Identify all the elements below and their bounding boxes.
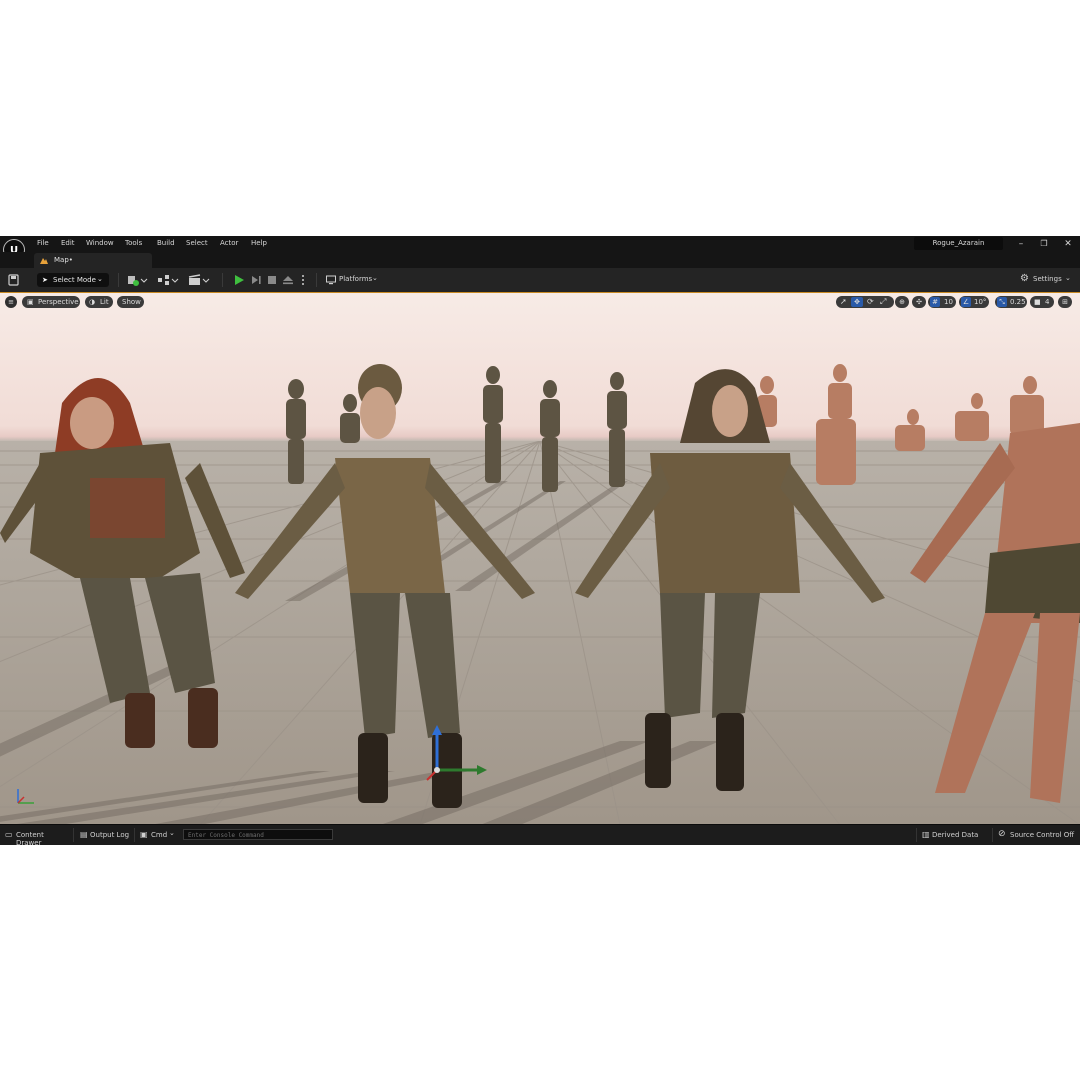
toolbar-divider — [118, 273, 119, 287]
restore-button[interactable]: ❐ — [1037, 238, 1051, 250]
menu-actor[interactable]: Actor — [220, 239, 238, 247]
menu-select[interactable]: Select — [186, 239, 208, 247]
camera-speed-value: 4 — [1045, 298, 1050, 306]
more-options-icon[interactable] — [300, 274, 306, 286]
settings-label: Settings — [1033, 275, 1062, 283]
cmd-dropdown[interactable]: ▣ Cmd ⌄ — [139, 828, 179, 842]
advance-frame-icon[interactable] — [250, 274, 262, 286]
rotation-snap-button[interactable]: ∠ 10° — [959, 296, 989, 308]
output-log-label: Output Log — [90, 831, 130, 839]
project-name: Rogue_Azarain — [914, 237, 1003, 250]
menu-file[interactable]: File — [37, 239, 49, 247]
output-log-button[interactable]: ▤ Output Log — [78, 828, 130, 842]
perspective-label: Perspective — [38, 298, 79, 306]
select-tool-icon[interactable]: ➚ — [840, 296, 847, 308]
unreal-editor-window: U File Edit Window Tools Build Select Ac… — [0, 236, 1080, 847]
menu-window[interactable]: Window — [86, 239, 114, 247]
settings-button[interactable]: ⚙ Settings ⌄ — [1019, 273, 1073, 287]
console-command-input[interactable]: Enter Console Command — [183, 829, 333, 840]
close-button[interactable]: ✕ — [1061, 238, 1075, 250]
world-axes-icon — [17, 789, 34, 804]
derived-data-button[interactable]: ▥ Derived Data — [920, 828, 982, 842]
statusbar-divider — [73, 828, 74, 842]
scale-snap-icon: ⤡ — [997, 297, 1007, 307]
viewport-menu-icon[interactable]: ≡ — [5, 296, 17, 308]
select-mode-dropdown[interactable]: ➤ Select Mode ⌄ — [37, 273, 109, 287]
menu-help[interactable]: Help — [251, 239, 267, 247]
stop-icon[interactable] — [266, 274, 278, 286]
show-label: Show — [122, 298, 141, 306]
scale-snap-value: 0.25 — [1010, 298, 1026, 306]
lit-label: Lit — [100, 298, 109, 306]
angle-icon: ∠ — [961, 297, 971, 307]
eject-icon[interactable] — [282, 274, 294, 286]
chevron-down-icon: ⌄ — [1065, 274, 1071, 282]
tab-map[interactable]: Map• — [34, 253, 152, 268]
terminal-icon: ▣ — [140, 830, 148, 839]
minimize-button[interactable]: – — [1014, 238, 1028, 250]
cursor-icon: ➤ — [42, 276, 48, 284]
content-drawer-icon: ▭ — [5, 830, 13, 839]
transform-gizmo[interactable] — [425, 725, 490, 785]
platforms-icon — [326, 275, 336, 285]
source-control-button[interactable]: ⊘ Source Control Off — [996, 828, 1076, 842]
show-button[interactable]: Show — [117, 296, 144, 308]
add-actor-icon[interactable] — [126, 274, 148, 286]
rotation-snap-value: 10° — [974, 298, 987, 306]
chevron-down-icon: ⌄ — [372, 274, 378, 282]
menu-tools[interactable]: Tools — [125, 239, 142, 247]
toolbar-divider — [222, 273, 223, 287]
save-icon[interactable] — [8, 274, 19, 286]
chevron-down-icon: ⌄ — [97, 275, 103, 283]
content-drawer-button[interactable]: ▭ Content Drawer — [3, 828, 69, 847]
content-drawer-label: Content Drawer — [16, 831, 44, 847]
cinematics-icon[interactable] — [188, 274, 210, 286]
lit-mode-button[interactable]: ◑ Lit — [85, 296, 113, 308]
main-toolbar: ➤ Select Mode ⌄ Platforms ⌄ ⚙ Settings ⌄ — [0, 268, 1080, 292]
statusbar-divider — [992, 828, 993, 842]
scene-characters — [0, 364, 1080, 808]
level-viewport[interactable]: ≡ ▣ Perspective ◑ Lit Show ➚ ✥ ⟳ ⤢ ⊕ ✣ #… — [0, 292, 1080, 824]
toolbar-divider — [316, 273, 317, 287]
gear-icon: ⚙ — [1020, 273, 1029, 284]
cube-icon: ▣ — [27, 298, 34, 306]
grid-snap-button[interactable]: # 10 — [928, 296, 956, 308]
world-space-icon[interactable]: ⊕ — [895, 296, 909, 308]
lit-sphere-icon: ◑ — [89, 298, 96, 306]
scale-tool-icon[interactable]: ⤢ — [880, 296, 886, 308]
transform-tools-group: ➚ ✥ ⟳ ⤢ — [836, 296, 894, 308]
move-tool-icon[interactable]: ✥ — [851, 297, 863, 307]
maximize-viewport-icon[interactable]: ⊞ — [1058, 296, 1072, 308]
grid-icon: # — [930, 297, 940, 307]
derived-data-icon: ▥ — [922, 830, 930, 839]
menu-edit[interactable]: Edit — [61, 239, 75, 247]
menu-bar: U File Edit Window Tools Build Select Ac… — [0, 236, 1080, 261]
surface-snap-icon[interactable]: ✣ — [912, 296, 926, 308]
play-button[interactable] — [231, 273, 247, 287]
statusbar-divider — [134, 828, 135, 842]
cmd-label: Cmd — [151, 831, 168, 839]
tab-map-label: Map• — [54, 256, 73, 264]
select-mode-label: Select Mode — [53, 276, 96, 284]
grid-snap-value: 10 — [944, 298, 953, 306]
output-log-icon: ▤ — [80, 830, 88, 839]
source-control-label: Source Control Off — [1010, 831, 1075, 839]
derived-data-label: Derived Data — [932, 831, 979, 839]
platforms-label: Platforms — [339, 275, 373, 283]
platforms-button[interactable]: Platforms ⌄ — [324, 273, 384, 287]
perspective-button[interactable]: ▣ Perspective — [22, 296, 80, 308]
blueprint-icon[interactable] — [157, 274, 179, 286]
chevron-down-icon: ⌄ — [169, 829, 175, 837]
camera-speed-button[interactable]: ■ 4 — [1030, 296, 1054, 308]
level-map-icon — [40, 258, 48, 264]
source-control-off-icon: ⊘ — [998, 829, 1006, 839]
tab-bar: Map• — [0, 252, 1080, 268]
menu-build[interactable]: Build — [157, 239, 175, 247]
status-bar: ▭ Content Drawer ▤ Output Log ▣ Cmd ⌄ En… — [0, 824, 1080, 847]
rotate-tool-icon[interactable]: ⟳ — [867, 296, 874, 308]
scale-snap-button[interactable]: ⤡ 0.25 — [995, 296, 1027, 308]
camera-icon: ■ — [1034, 298, 1041, 306]
statusbar-divider — [916, 828, 917, 842]
